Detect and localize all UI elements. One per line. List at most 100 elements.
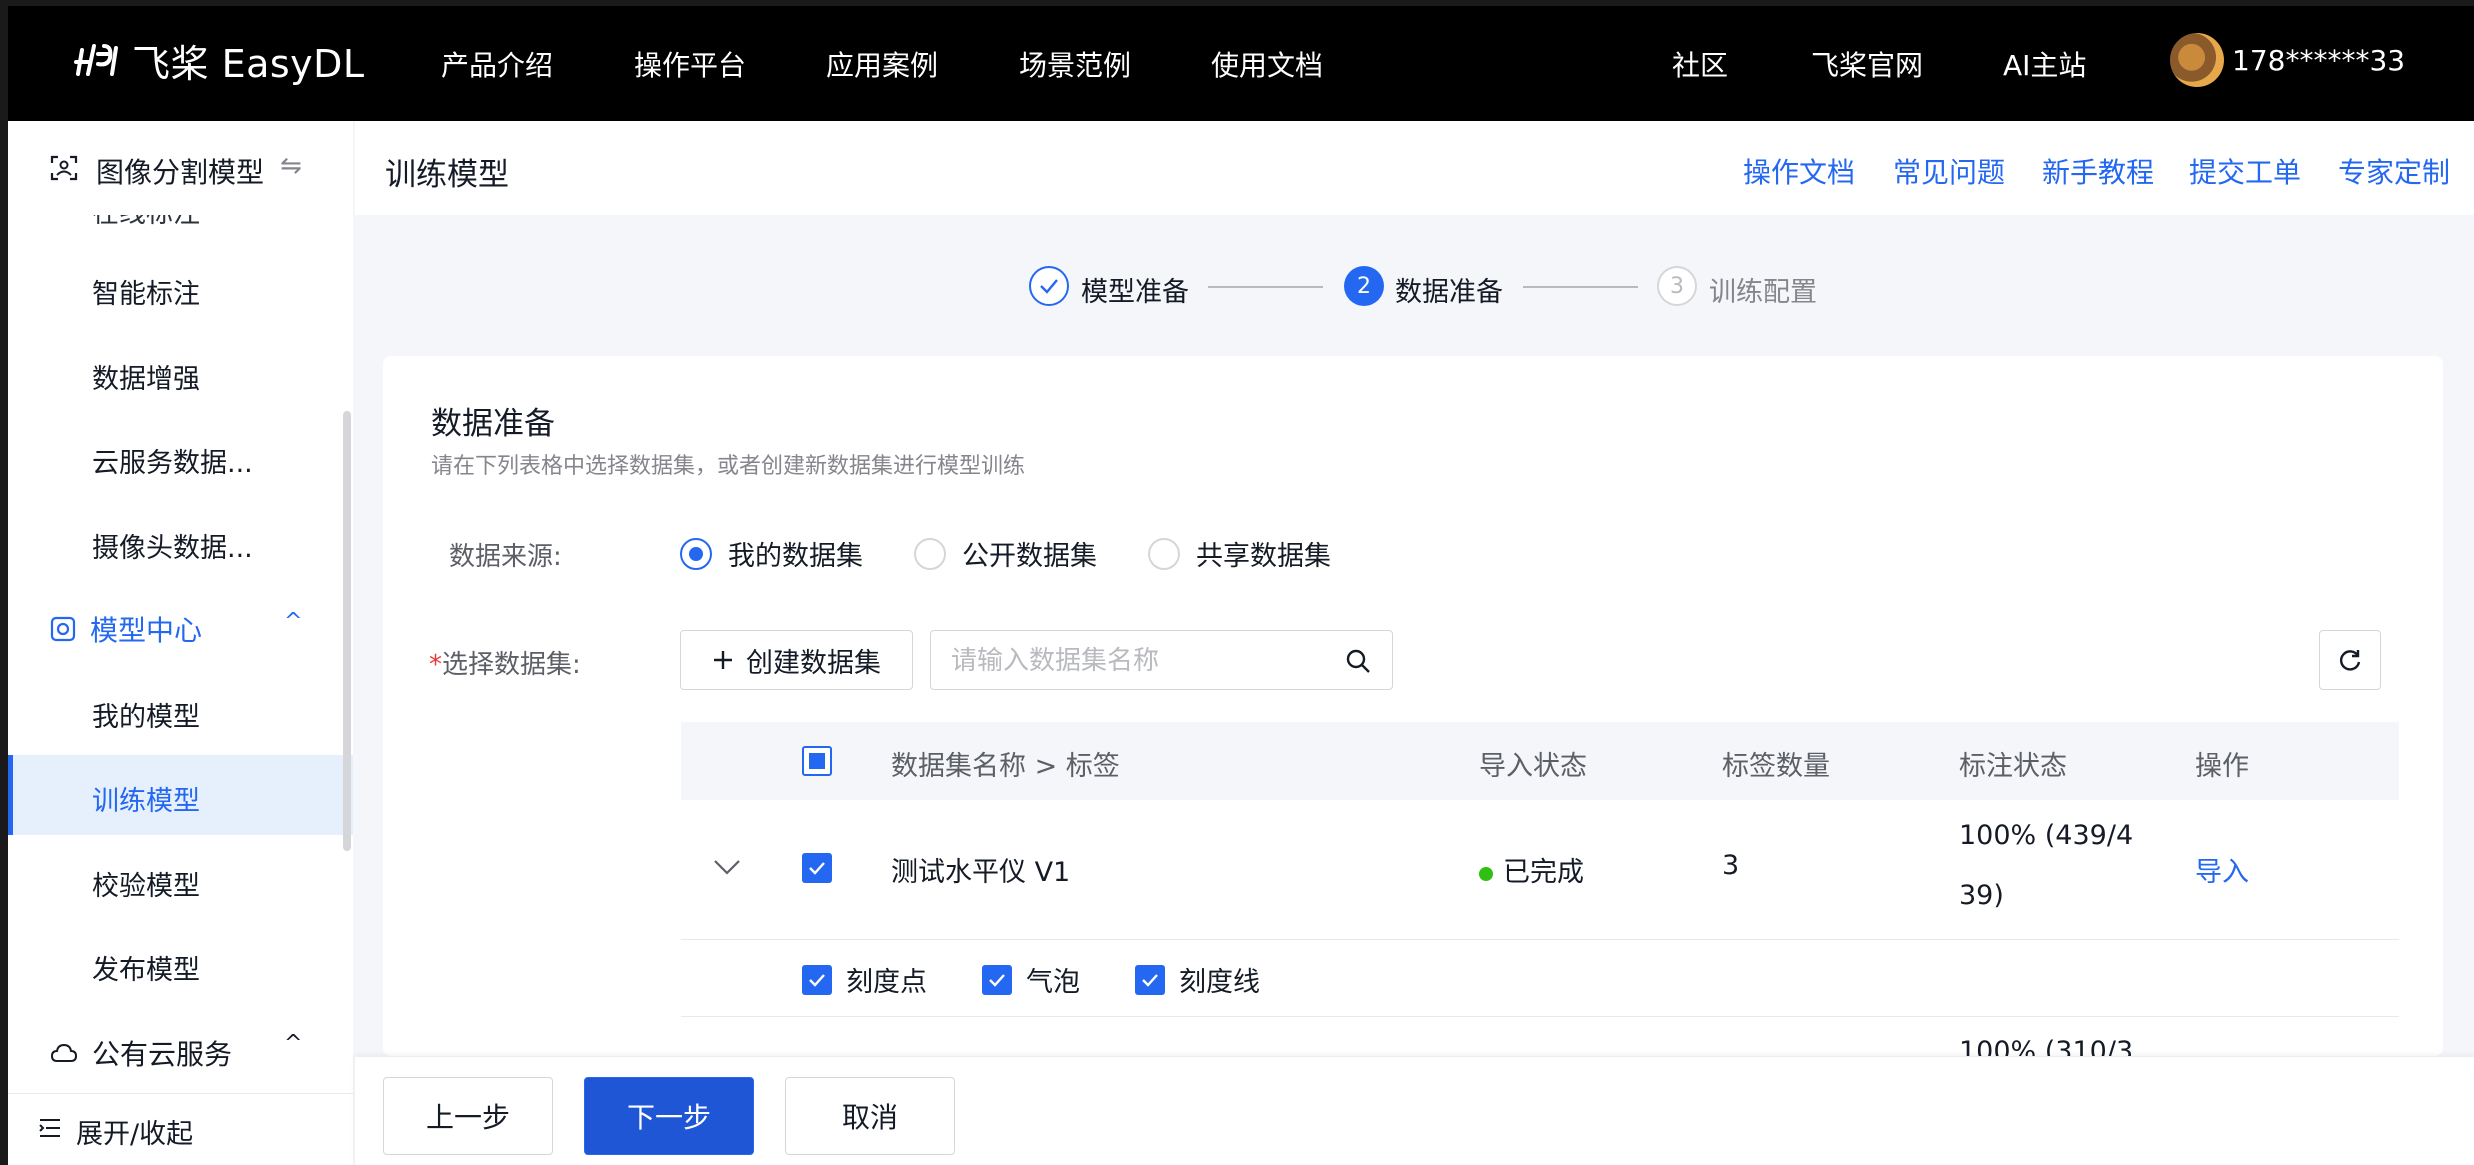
row-divider (681, 1016, 2399, 1017)
data-prep-card: 数据准备 请在下列表格中选择数据集，或者创建新数据集进行模型训练 数据来源: 我… (383, 356, 2443, 1056)
table-header: 数据集名称 > 标签 导入状态 标签数量 标注状态 操作 (681, 722, 2399, 800)
required-mark: * (429, 650, 442, 680)
tag-checkbox[interactable] (1135, 964, 1165, 995)
sidebar-model-type: 图像分割模型 (96, 156, 265, 189)
nav-platform[interactable]: 操作平台 (634, 44, 746, 84)
window-frame-top (0, 0, 2474, 6)
tag-checkbox-scale-line[interactable]: 刻度线 (1135, 960, 1260, 999)
sidebar-collapse-toggle[interactable]: 展开/收起 (8, 1093, 353, 1165)
annotation-status: 100% (310/3 (1959, 1036, 2134, 1056)
link-ticket[interactable]: 提交工单 (2189, 151, 2301, 191)
refresh-icon (2339, 650, 2361, 671)
sidebar-section-model-center[interactable]: 模型中心 (50, 609, 202, 649)
refresh-button[interactable] (2319, 630, 2381, 690)
switch-icon[interactable]: ⇋ (280, 151, 302, 181)
check-icon (989, 973, 1005, 987)
sidebar-item-camera-data[interactable]: 摄像头数据... (92, 526, 253, 565)
radio-unchecked-icon (1148, 537, 1180, 570)
tag-label: 刻度线 (1179, 967, 1260, 998)
nav-docs[interactable]: 使用文档 (1211, 44, 1323, 84)
tag-checkbox-bubble[interactable]: 气泡 (982, 960, 1080, 999)
collapse-icon (39, 1119, 60, 1137)
select-all-checkbox[interactable] (802, 746, 832, 776)
radio-checked-icon (680, 537, 712, 570)
plus-icon (714, 651, 732, 669)
sidebar-item-publish-model[interactable]: 发布模型 (92, 948, 200, 987)
brand-logo[interactable]: 飞桨 EasyDL (72, 36, 365, 86)
radio-my-datasets[interactable]: 我的数据集 (680, 534, 863, 573)
radio-unchecked-icon (914, 537, 946, 570)
window-frame-left (0, 0, 8, 1165)
link-expert[interactable]: 专家定制 (2338, 151, 2450, 191)
model-center-icon (50, 616, 76, 642)
link-docs[interactable]: 操作文档 (1743, 151, 1855, 191)
nav-community[interactable]: 社区 (1672, 44, 1728, 84)
step-label-train-config: 训练配置 (1709, 277, 1817, 308)
tag-checkbox[interactable] (982, 964, 1012, 995)
sidebar-section-label: 模型中心 (90, 614, 203, 647)
chevron-up-icon[interactable]: ^ (284, 609, 302, 634)
check-icon (809, 973, 825, 987)
nav-scenarios[interactable]: 场景范例 (1019, 44, 1131, 84)
sidebar-item-smart-label[interactable]: 智能标注 (92, 272, 200, 311)
create-dataset-button[interactable]: 创建数据集 (680, 630, 913, 690)
card-title: 数据准备 (431, 406, 555, 442)
dataset-name: 测试水平仪 V1 (891, 857, 1071, 888)
link-tutorial[interactable]: 新手教程 (2042, 151, 2154, 191)
tag-checkbox[interactable] (802, 964, 832, 995)
radio-public-datasets[interactable]: 公开数据集 (914, 534, 1097, 573)
nav-ai-main[interactable]: AI主站 (2003, 44, 2086, 84)
row-checkbox[interactable] (802, 853, 832, 883)
step-connector (1208, 286, 1323, 288)
radio-shared-datasets[interactable]: 共享数据集 (1148, 534, 1331, 573)
step-label-data-prep: 数据准备 (1395, 277, 1503, 308)
sidebar-item-my-models[interactable]: 我的模型 (92, 695, 200, 734)
sidebar-scrollbar[interactable] (343, 411, 351, 851)
link-faq[interactable]: 常见问题 (1893, 151, 2005, 191)
sidebar-item-validate-model[interactable]: 校验模型 (92, 864, 200, 903)
source-label: 数据来源: (449, 542, 562, 572)
col-annotation-status: 标注状态 (1959, 751, 2067, 782)
user-menu[interactable]: 178******33 (2170, 33, 2405, 87)
sidebar: 在线标注 图像分割模型 ⇋ 智能标注 数据增强 云服务数据... 摄像头数据..… (8, 121, 353, 1165)
cloud-icon (50, 1043, 78, 1062)
cancel-button[interactable]: 取消 (785, 1077, 955, 1155)
paddle-logo-icon (74, 44, 118, 76)
label-count: 3 (1722, 850, 1740, 881)
check-icon (1040, 279, 1058, 294)
sidebar-item-train-model[interactable]: 训练模型 (92, 779, 200, 818)
username: 178******33 (2232, 43, 2406, 77)
avatar[interactable] (2170, 33, 2224, 87)
sidebar-item-cloud-data[interactable]: 云服务数据... (92, 441, 253, 480)
import-link[interactable]: 导入 (2195, 850, 2249, 889)
dataset-search (930, 630, 1393, 690)
search-icon[interactable] (1344, 647, 1372, 675)
nav-product-intro[interactable]: 产品介绍 (441, 44, 553, 84)
next-step-button[interactable]: 下一步 (584, 1077, 754, 1155)
tag-checkbox-scale-point[interactable]: 刻度点 (802, 960, 927, 999)
tag-label: 刻度点 (846, 967, 927, 998)
annotation-status: 100% (439/4 (1959, 820, 2134, 851)
row-divider (681, 939, 2399, 940)
create-dataset-label: 创建数据集 (746, 647, 881, 679)
brand-name: 飞桨 EasyDL (132, 41, 365, 86)
dataset-search-input[interactable] (951, 641, 1331, 681)
page-title: 训练模型 (385, 157, 509, 193)
nav-paddle-site[interactable]: 飞桨官网 (1811, 44, 1923, 84)
step-connector (1523, 286, 1638, 288)
sidebar-section-public-cloud[interactable]: 公有云服务 (50, 1033, 232, 1073)
radio-label: 我的数据集 (728, 541, 863, 572)
chevron-up-icon[interactable]: ^ (284, 1031, 302, 1056)
check-icon (1142, 973, 1158, 987)
check-icon (809, 862, 825, 875)
step-active-number: 2 (1344, 266, 1384, 306)
nav-cases[interactable]: 应用案例 (826, 44, 938, 84)
sidebar-header[interactable]: 图像分割模型 ⇋ (8, 121, 353, 215)
footer-action-bar: 上一步 下一步 取消 (355, 1057, 2474, 1165)
prev-step-button[interactable]: 上一步 (383, 1077, 553, 1155)
chevron-down-icon[interactable] (713, 858, 741, 876)
step-done-icon (1029, 266, 1069, 306)
import-status: 已完成 (1479, 850, 1584, 889)
sidebar-item-data-augment[interactable]: 数据增强 (92, 357, 200, 396)
page-header: 训练模型 操作文档 常见问题 新手教程 提交工单 专家定制 (355, 121, 2474, 215)
